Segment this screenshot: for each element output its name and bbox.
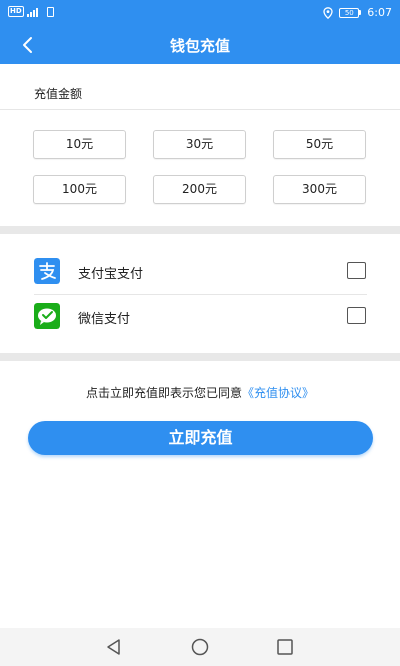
section-divider <box>0 353 400 361</box>
agreement-prefix: 点击立即充值即表示您已同意 <box>85 386 242 400</box>
amount-option-100[interactable]: 100元 <box>33 175 126 204</box>
divider <box>0 109 400 110</box>
system-nav-bar <box>0 628 400 666</box>
home-circle-icon[interactable] <box>190 637 210 657</box>
recharge-now-button[interactable]: 立即充值 <box>28 421 373 455</box>
recents-square-icon[interactable] <box>275 637 295 657</box>
checkbox-alipay[interactable] <box>347 262 366 279</box>
back-triangle-icon[interactable] <box>104 637 124 657</box>
agreement-link[interactable]: 《充值协议》 <box>242 386 314 400</box>
battery-level: 50 <box>339 7 360 18</box>
location-icon <box>323 6 333 19</box>
amount-option-200[interactable]: 200元 <box>153 175 246 204</box>
title-bar: 钱包充值 <box>0 26 400 64</box>
payment-label-alipay: 支付宝支付 <box>78 267 144 282</box>
sim-icon <box>46 6 54 17</box>
alipay-icon <box>34 258 60 284</box>
wechat-pay-icon <box>34 303 60 329</box>
amount-option-300[interactable]: 300元 <box>273 175 366 204</box>
battery-icon: 50 <box>339 7 362 18</box>
amount-section-label: 充值金额 <box>34 87 83 101</box>
payment-label-wechat: 微信支付 <box>78 312 131 327</box>
clock: 6:07 <box>367 6 392 19</box>
checkbox-wechat[interactable] <box>347 307 366 324</box>
payment-option-wechat[interactable]: 微信支付 <box>0 294 400 338</box>
page-title: 钱包充值 <box>169 37 230 55</box>
section-divider <box>0 226 400 234</box>
signal-icon <box>26 7 38 17</box>
status-left: HD <box>8 6 54 17</box>
amount-option-30[interactable]: 30元 <box>153 130 246 159</box>
status-bar: HD 50 6:07 <box>0 0 400 26</box>
status-right: 50 6:07 <box>323 6 392 19</box>
payment-option-alipay[interactable]: 支付宝支付 <box>0 249 400 293</box>
agreement-text: 点击立即充值即表示您已同意《充值协议》 <box>0 384 400 401</box>
amount-option-50[interactable]: 50元 <box>273 130 366 159</box>
amount-option-10[interactable]: 10元 <box>33 130 126 159</box>
network-type-badge: HD <box>8 6 24 17</box>
